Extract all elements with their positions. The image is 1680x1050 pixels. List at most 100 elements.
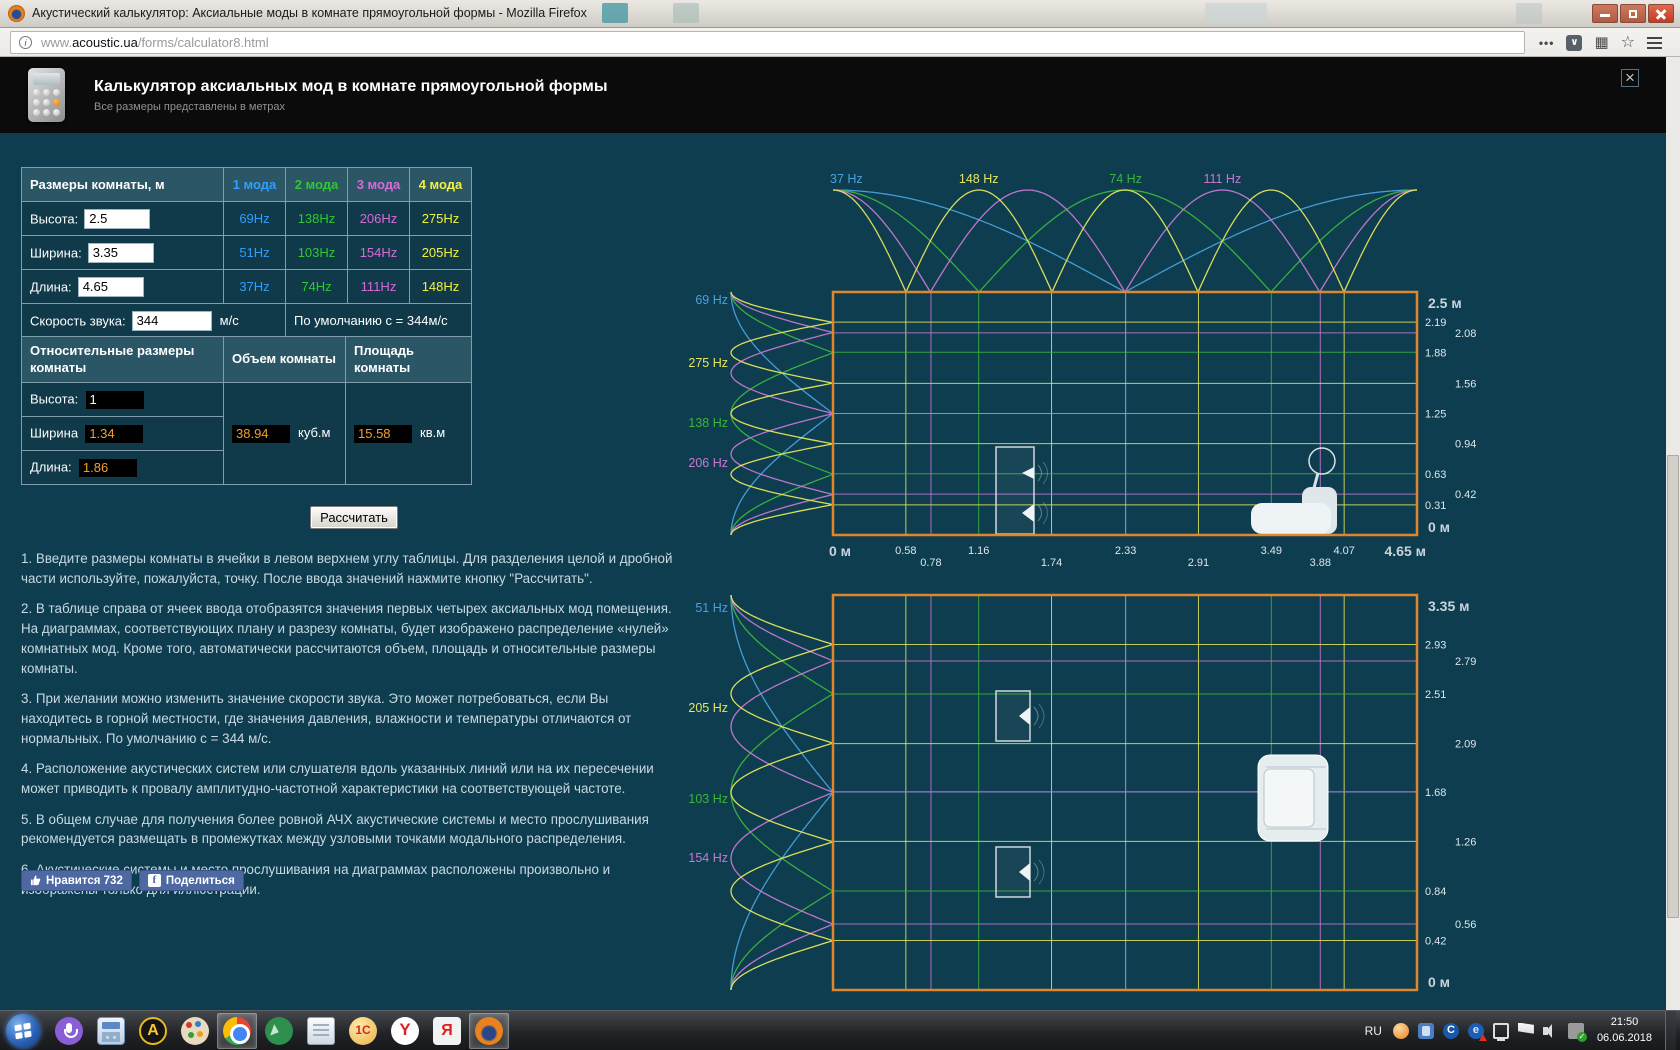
window-title: Акустический калькулятор: Аксиальные мод… (32, 6, 587, 20)
length-freq-label: 148 Hz (959, 172, 999, 186)
height-input[interactable] (84, 209, 150, 229)
plan-listener-chair-icon (1258, 755, 1328, 841)
scale-max-label: 2.5 м (1428, 295, 1462, 311)
taskbar-1c-icon[interactable]: 1С (343, 1013, 383, 1049)
page-actions-icon[interactable]: ••• (1539, 33, 1555, 53)
background-window-fragment (1516, 3, 1542, 24)
speed-input[interactable] (132, 311, 212, 331)
width-freq-label: 103 Hz (688, 792, 728, 806)
taskbar-calculator-icon[interactable] (91, 1013, 131, 1049)
taskbar-paint-icon[interactable] (175, 1013, 215, 1049)
volume-value: 38.94 (232, 425, 290, 443)
menu-icon[interactable] (1647, 37, 1662, 49)
scale-tick-label: 0.42 (1455, 489, 1476, 501)
room-size-table: Размеры комнаты, м 1 мода 2 мода 3 мода … (21, 167, 472, 338)
page-subtitle: Все размеры представлены в метрах (94, 101, 285, 113)
window-controls (1592, 4, 1674, 23)
scale-tick-label: 2.19 (1425, 317, 1446, 329)
length-freq-label: 37 Hz (830, 172, 863, 186)
length-freq-label: 74 Hz (1109, 172, 1142, 186)
tray-action-center-icon[interactable] (1518, 1023, 1534, 1039)
scale-tick-label: 1.25 (1425, 409, 1446, 421)
taskbar-notepad-icon[interactable] (301, 1013, 341, 1049)
mode-curve (731, 595, 833, 990)
taskbar-yandex-icon[interactable]: Я (427, 1013, 467, 1049)
width-freq-label: 205 Hz (688, 701, 728, 715)
scale-tick-label: 1.26 (1455, 836, 1476, 848)
page-header: Калькулятор аксиальных мод в комнате пря… (0, 57, 1666, 133)
size-header: Размеры комнаты, м (22, 168, 224, 202)
tray-antivirus-icon[interactable] (1393, 1023, 1409, 1039)
tray-java-icon[interactable] (1418, 1023, 1434, 1039)
scale-tick-label: 1.68 (1425, 787, 1446, 799)
volume-cell: 38.94 куб.м (224, 383, 346, 485)
facebook-share-button[interactable]: f Поделиться (139, 870, 244, 891)
freq-cell: 205Hz (410, 236, 472, 270)
tray-volume-icon[interactable] (1543, 1023, 1559, 1039)
length-input[interactable] (78, 277, 144, 297)
area-unit: кв.м (420, 425, 445, 440)
grid-icon[interactable]: ▦ (1594, 33, 1608, 53)
scale-min-label: 0 м (1428, 519, 1450, 535)
axis-tick-label: 0.58 (895, 545, 916, 557)
taskbar-yandex-browser-icon[interactable]: Y (385, 1013, 425, 1049)
scrollbar-thumb[interactable] (1667, 455, 1679, 918)
width-freq-label: 154 Hz (688, 851, 728, 865)
width-input[interactable] (88, 243, 154, 263)
page-close-icon[interactable]: × (1621, 69, 1639, 87)
url-text[interactable]: www.acoustic.ua/forms/calculator8.html (41, 35, 269, 50)
axis-tick-label: 2.33 (1115, 545, 1136, 557)
show-desktop-button[interactable] (1665, 1011, 1676, 1050)
scale-tick-label: 0.63 (1425, 469, 1446, 481)
taskbar-aimp-icon[interactable]: A (133, 1013, 173, 1049)
width-freq-label: 51 Hz (695, 601, 728, 615)
tray-updates-icon[interactable] (1568, 1023, 1584, 1039)
calculate-button[interactable]: Рассчитать (310, 506, 398, 529)
restore-button[interactable] (1620, 4, 1646, 23)
scale-tick-label: 2.51 (1425, 689, 1446, 701)
screen: Акустический калькулятор: Аксиальные мод… (0, 0, 1680, 1050)
share-label: Поделиться (166, 875, 235, 887)
taskbar-clock[interactable]: 21:50 06.06.2018 (1597, 1015, 1652, 1047)
like-label: Нравится 732 (46, 875, 123, 887)
close-button[interactable] (1648, 4, 1674, 23)
tray-eset-icon[interactable]: e (1468, 1023, 1484, 1039)
clock-date: 06.06.2018 (1597, 1031, 1652, 1047)
rel-length-value: 1.86 (79, 459, 137, 477)
section-speaker-icon (996, 447, 1048, 534)
minimize-button[interactable] (1592, 4, 1618, 23)
tray-ccleaner-icon[interactable]: C (1443, 1023, 1459, 1039)
window-titlebar[interactable]: Акустический калькулятор: Аксиальные мод… (0, 0, 1680, 28)
freq-cell: 206Hz (348, 202, 410, 236)
freq-cell: 138Hz (286, 202, 348, 236)
freq-cell: 51Hz (224, 236, 286, 270)
scale-tick-label: 2.09 (1455, 739, 1476, 751)
taskbar-microphone-icon[interactable] (49, 1013, 89, 1049)
freq-cell: 148Hz (410, 270, 472, 304)
site-info-icon[interactable]: i (19, 36, 32, 49)
length-freq-label: 111 Hz (1203, 172, 1241, 186)
freq-cell: 111Hz (348, 270, 410, 304)
scale-tick-label: 2.08 (1455, 328, 1476, 340)
start-button[interactable] (6, 1014, 40, 1048)
taskbar-firefox-icon[interactable] (469, 1013, 509, 1049)
tray-network-icon[interactable] (1493, 1023, 1509, 1039)
instructions: 1. Введите размеры комнаты в ячейки в ле… (21, 549, 673, 911)
url-field[interactable]: i www.acoustic.ua/forms/calculator8.html (10, 31, 1525, 54)
scale-tick-label: 0.84 (1425, 886, 1446, 898)
taskbar-chrome-icon[interactable] (217, 1013, 257, 1049)
freq-cell: 74Hz (286, 270, 348, 304)
pocket-icon[interactable]: ∨ (1566, 35, 1582, 51)
page-scrollbar[interactable] (1666, 57, 1680, 1010)
facebook-like-button[interactable]: Нравится 732 (21, 870, 132, 891)
scale-tick-label: 0.94 (1455, 439, 1476, 451)
bookmark-star-icon[interactable]: ☆ (1621, 33, 1635, 53)
taskbar-file-manager-icon[interactable] (259, 1013, 299, 1049)
axis-tick-label: 0.78 (920, 557, 941, 569)
calculator-icon (28, 68, 65, 122)
volume-unit: куб.м (298, 425, 330, 440)
language-indicator[interactable]: RU (1365, 1024, 1382, 1038)
taskbar: A 1С Y Я RU C e 21:50 06.06.2018 (0, 1010, 1680, 1050)
axis-tick-label: 3.88 (1310, 557, 1331, 569)
system-tray: RU C e 21:50 06.06.2018 (1365, 1011, 1680, 1050)
